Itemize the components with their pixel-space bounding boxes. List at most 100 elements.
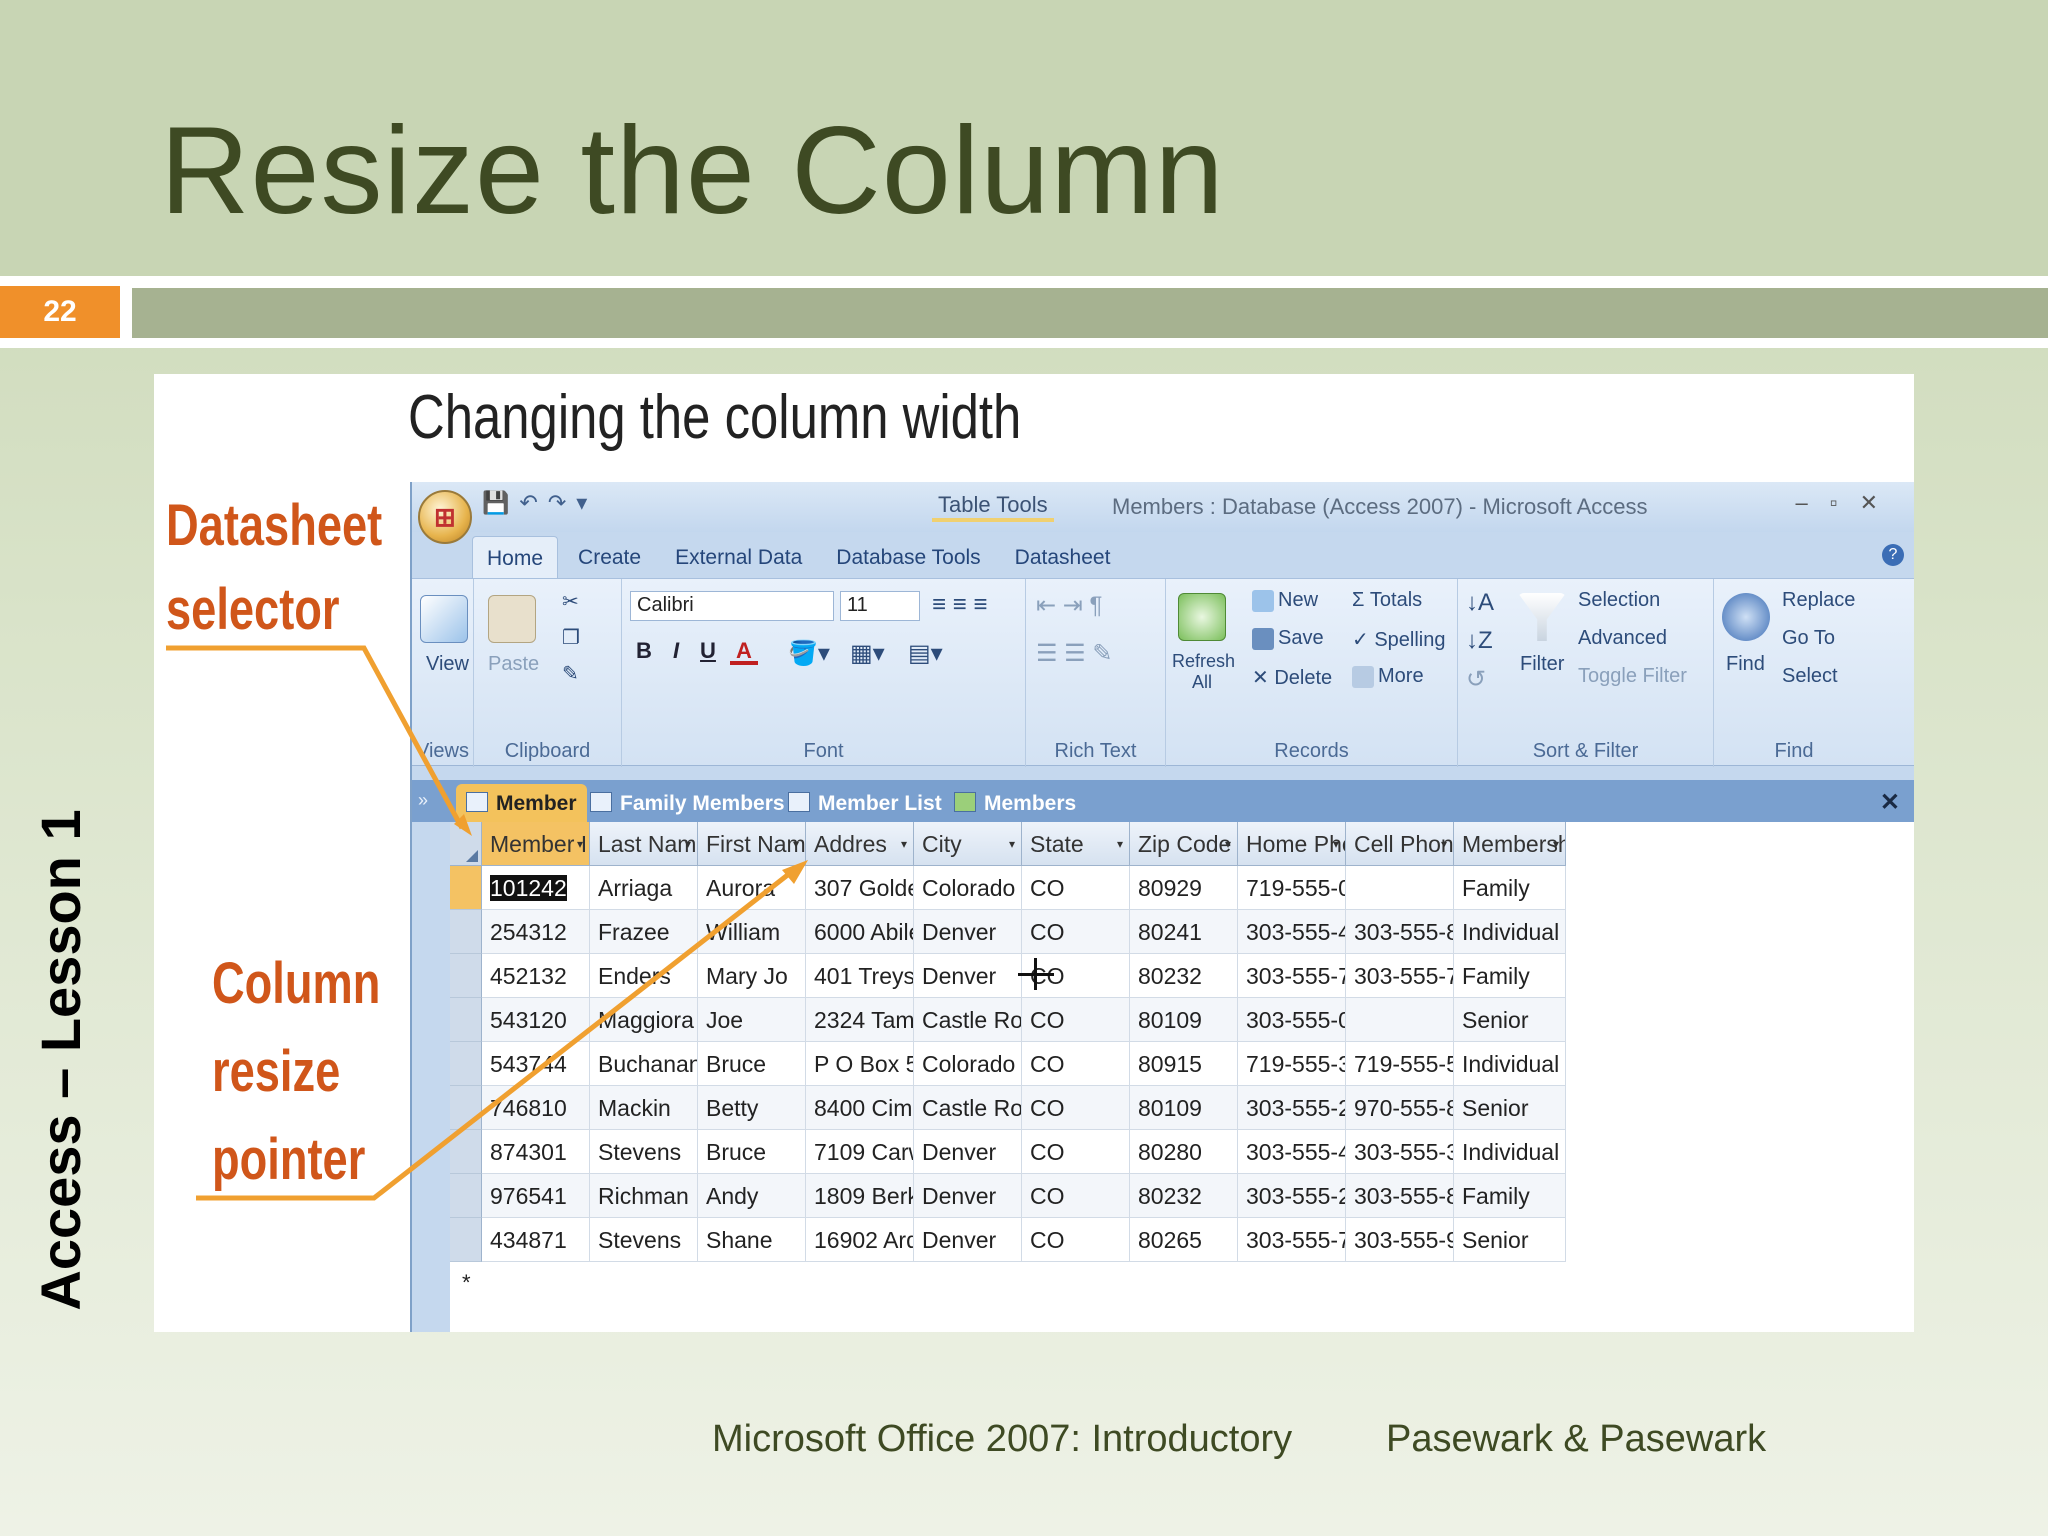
window-controls[interactable]: –▫✕ [1796,490,1900,516]
column-header[interactable]: Last Name▾ [590,822,698,866]
object-tab-members[interactable]: Members [944,784,1086,822]
close-object-icon[interactable]: ✕ [1880,788,1900,817]
filter-button[interactable]: Filter [1520,653,1564,676]
table-cell[interactable]: 303-555-9811 [1346,1218,1454,1262]
record-selector[interactable] [450,1218,482,1262]
table-cell[interactable]: Mary Jo [698,954,806,998]
table-cell[interactable]: CO [1022,1218,1130,1262]
select-button[interactable]: Select [1782,665,1838,688]
table-cell[interactable]: 2324 Tamwortt [806,998,914,1042]
table-cell[interactable]: 401 Treys Way [806,954,914,998]
table-cell[interactable]: 80280 [1130,1130,1238,1174]
table-cell[interactable]: Enders [590,954,698,998]
column-dropdown-icon[interactable]: ▾ [577,822,583,865]
table-cell[interactable]: 719-555-5655 [1346,1042,1454,1086]
column-dropdown-icon[interactable]: ▾ [1333,822,1339,865]
record-selector[interactable] [450,1042,482,1086]
tab-database-tools[interactable]: Database Tools [822,536,994,578]
record-selector[interactable] [450,1130,482,1174]
nav-pane-toggle[interactable]: » [418,790,428,811]
table-cell[interactable]: 303-555-7410 [1238,1218,1346,1262]
record-selector[interactable] [450,954,482,998]
column-header[interactable]: Cell Phone▾ [1346,822,1454,866]
table-cell[interactable] [1346,866,1454,910]
table-cell[interactable]: 746810 [482,1086,590,1130]
replace-button[interactable]: Replace [1782,589,1855,612]
table-cell[interactable]: 80265 [1130,1218,1238,1262]
object-tab-family-members[interactable]: Family Members [580,784,795,822]
record-selector[interactable] [450,910,482,954]
table-cell[interactable]: Andy [698,1174,806,1218]
table-cell[interactable]: Frazee [590,910,698,954]
toggle-filter-button[interactable]: Toggle Filter [1578,665,1687,688]
column-header[interactable]: Home Phon▾ [1238,822,1346,866]
table-cell[interactable]: Family [1454,866,1566,910]
column-dropdown-icon[interactable]: ▾ [1441,822,1447,865]
help-icon[interactable]: ? [1882,544,1904,566]
tab-datasheet[interactable]: Datasheet [1001,536,1125,578]
table-cell[interactable]: 7109 Carwill Dr [806,1130,914,1174]
table-cell[interactable]: Bruce [698,1042,806,1086]
more-button[interactable]: More [1352,665,1424,688]
column-header[interactable]: First Name▾ [698,822,806,866]
sort-ascending-icon[interactable]: ↓A [1466,589,1494,617]
table-cell[interactable]: 80915 [1130,1042,1238,1086]
table-cell[interactable]: 970-555-8641 [1346,1086,1454,1130]
font-size-select[interactable]: 11 [840,591,920,621]
paste-button[interactable]: Paste [488,653,539,676]
tab-home[interactable]: Home [472,536,559,578]
table-cell[interactable]: 101242 [482,866,590,910]
table-cell[interactable]: Stevens [590,1218,698,1262]
record-selector[interactable] [450,1174,482,1218]
table-cell[interactable]: 80109 [1130,1086,1238,1130]
table-cell[interactable]: Senior [1454,1086,1566,1130]
delete-record-button[interactable]: ✕ Delete [1252,665,1332,690]
table-cell[interactable]: Denver [914,1130,1022,1174]
table-cell[interactable]: 303-555-3479 [1346,1130,1454,1174]
table-cell[interactable]: Colorado Sprin [914,1042,1022,1086]
table-cell[interactable]: Denver [914,1218,1022,1262]
new-record-button[interactable]: New [1252,589,1318,612]
sort-descending-icon[interactable]: ↓Z [1466,627,1493,655]
column-dropdown-icon[interactable]: ▾ [901,822,907,865]
gridlines-icon[interactable]: ▦▾ [850,639,885,668]
tab-create[interactable]: Create [564,536,655,578]
table-cell[interactable]: Buchanan [590,1042,698,1086]
table-cell[interactable]: Arriaga [590,866,698,910]
save-record-button[interactable]: Save [1252,627,1324,650]
table-cell[interactable]: Family [1454,954,1566,998]
italic-button[interactable]: I [662,637,690,665]
table-cell[interactable]: Stevens [590,1130,698,1174]
font-name-select[interactable]: Calibri [630,591,834,621]
cut-icon[interactable]: ✂ [562,589,579,614]
refresh-icon[interactable] [1178,593,1226,641]
table-cell[interactable]: CO [1022,1130,1130,1174]
table-cell[interactable]: Senior [1454,998,1566,1042]
table-cell[interactable]: 303-555-8465 [1346,910,1454,954]
table-cell[interactable]: Castle Rock [914,998,1022,1042]
table-cell[interactable]: Betty [698,1086,806,1130]
table-cell[interactable]: CO [1022,866,1130,910]
find-button[interactable]: Find [1726,653,1765,676]
table-cell[interactable]: Individual [1454,1042,1566,1086]
table-cell[interactable]: 303-555-0943 [1238,998,1346,1042]
table-cell[interactable]: 303-555-7864 [1238,954,1346,998]
table-cell[interactable]: 80241 [1130,910,1238,954]
table-cell[interactable]: Denver [914,954,1022,998]
table-cell[interactable]: 80232 [1130,1174,1238,1218]
table-cell[interactable]: 307 Golden Cv [806,866,914,910]
table-cell[interactable]: Individual [1454,1130,1566,1174]
underline-button[interactable]: U [694,637,722,665]
indent-icons[interactable]: ⇤ ⇥ ¶ [1036,591,1102,620]
table-cell[interactable]: 303-555-7355 [1346,954,1454,998]
table-cell[interactable]: 303-555-4511 [1238,1130,1346,1174]
clear-sort-icon[interactable]: ↺ [1466,665,1486,694]
table-cell[interactable]: 543744 [482,1042,590,1086]
column-dropdown-icon[interactable]: ▾ [1117,822,1123,865]
record-selector[interactable] [450,998,482,1042]
table-cell[interactable]: Joe [698,998,806,1042]
table-cell[interactable]: William [698,910,806,954]
table-cell[interactable]: 80232 [1130,954,1238,998]
table-cell[interactable]: 80109 [1130,998,1238,1042]
view-icon[interactable] [420,595,468,643]
